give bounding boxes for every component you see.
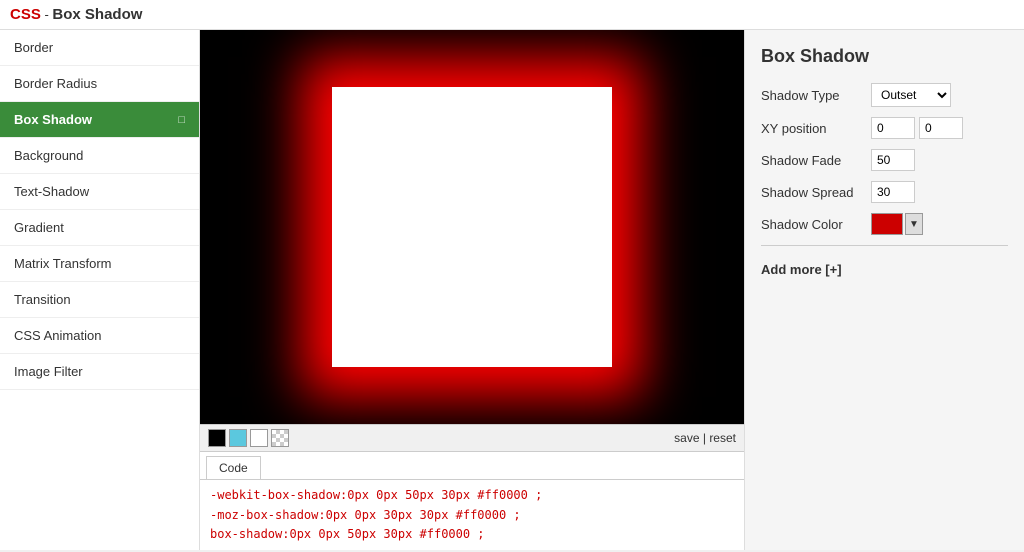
- color-swatch-control[interactable]: [871, 213, 903, 235]
- shadow-color-label: Shadow Color: [761, 217, 871, 232]
- main-content: save | reset Code -webkit-box-shadow:0px…: [200, 30, 744, 550]
- sidebar-item-image-filter[interactable]: Image Filter: [0, 354, 199, 390]
- header: CSS - Box Shadow: [0, 0, 1024, 30]
- color-picker-box: ▼: [871, 213, 923, 235]
- sidebar-item-border-radius[interactable]: Border Radius: [0, 66, 199, 102]
- swatch-white[interactable]: [250, 429, 268, 447]
- sidebar-item-gradient[interactable]: Gradient: [0, 210, 199, 246]
- color-dropdown-button[interactable]: ▼: [905, 213, 923, 235]
- shadow-spread-field[interactable]: [871, 181, 915, 203]
- code-content: -webkit-box-shadow:0px 0px 50px 30px #ff…: [200, 479, 744, 550]
- swatch-black[interactable]: [208, 429, 226, 447]
- shadow-type-select[interactable]: Outset Inset: [871, 83, 951, 107]
- xy-position-row: XY position: [761, 117, 1008, 139]
- shadow-color-input: ▼: [871, 213, 923, 235]
- shadow-type-row: Shadow Type Outset Inset: [761, 83, 1008, 107]
- main-layout: Border Border Radius Box Shadow □ Backgr…: [0, 30, 1024, 550]
- sidebar: Border Border Radius Box Shadow □ Backgr…: [0, 30, 200, 550]
- code-tab[interactable]: Code: [206, 456, 261, 479]
- shadow-spread-input: [871, 181, 915, 203]
- sidebar-item-text-shadow[interactable]: Text-Shadow: [0, 174, 199, 210]
- sidebar-item-css-animation[interactable]: CSS Animation: [0, 318, 199, 354]
- code-line-standard: box-shadow:0px 0px 50px 30px #ff0000 ;: [210, 525, 734, 544]
- page-title: Box Shadow: [52, 6, 142, 23]
- shadow-fade-row: Shadow Fade: [761, 149, 1008, 171]
- panel-title: Box Shadow: [761, 46, 1008, 67]
- sidebar-item-border[interactable]: Border: [0, 30, 199, 66]
- shadow-type-input: Outset Inset: [871, 83, 951, 107]
- save-reset-area: save | reset: [674, 431, 736, 445]
- shadow-spread-label: Shadow Spread: [761, 185, 871, 200]
- shadow-spread-row: Shadow Spread: [761, 181, 1008, 203]
- save-button[interactable]: save: [674, 431, 699, 445]
- panel-divider: [761, 245, 1008, 246]
- swatch-blue[interactable]: [229, 429, 247, 447]
- code-line-moz: -moz-box-shadow:0px 0px 30px 30px #ff000…: [210, 506, 734, 525]
- preview-area: [200, 30, 744, 424]
- color-swatches: [208, 429, 289, 447]
- sidebar-item-box-shadow[interactable]: Box Shadow □: [0, 102, 199, 138]
- preview-box: [332, 87, 612, 367]
- code-area: Code -webkit-box-shadow:0px 0px 50px 30p…: [200, 451, 744, 550]
- shadow-fade-input: [871, 149, 915, 171]
- separator: |: [700, 431, 710, 445]
- reset-button[interactable]: reset: [709, 431, 736, 445]
- code-line-webkit: -webkit-box-shadow:0px 0px 50px 30px #ff…: [210, 486, 734, 505]
- xy-inputs: [871, 117, 963, 139]
- shadow-color-row: Shadow Color ▼: [761, 213, 1008, 235]
- swatch-checker[interactable]: [271, 429, 289, 447]
- shadow-fade-label: Shadow Fade: [761, 153, 871, 168]
- xy-x-input[interactable]: [871, 117, 915, 139]
- css-label: CSS: [10, 6, 41, 23]
- add-more-button[interactable]: Add more [+]: [761, 262, 1008, 277]
- shadow-fade-field[interactable]: [871, 149, 915, 171]
- sidebar-item-background[interactable]: Background: [0, 138, 199, 174]
- header-separator: -: [41, 7, 53, 22]
- preview-bottom-bar: save | reset: [200, 424, 744, 451]
- sidebar-item-matrix-transform[interactable]: Matrix Transform: [0, 246, 199, 282]
- right-panel: Box Shadow Shadow Type Outset Inset XY p…: [744, 30, 1024, 550]
- sidebar-item-transition[interactable]: Transition: [0, 282, 199, 318]
- xy-y-input[interactable]: [919, 117, 963, 139]
- copy-icon[interactable]: □: [178, 114, 185, 126]
- xy-position-label: XY position: [761, 121, 871, 136]
- shadow-type-label: Shadow Type: [761, 88, 871, 103]
